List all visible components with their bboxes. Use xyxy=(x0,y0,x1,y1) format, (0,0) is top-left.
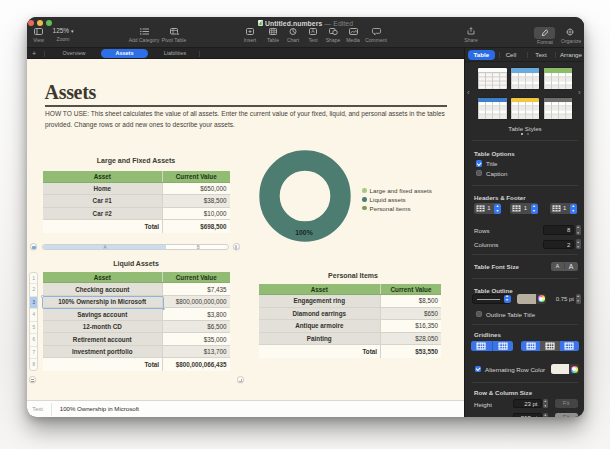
svg-text:A: A xyxy=(311,28,315,34)
